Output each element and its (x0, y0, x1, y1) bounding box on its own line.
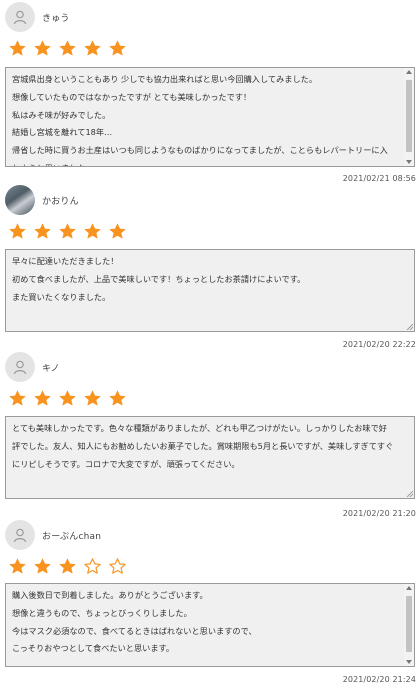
star-rating (8, 40, 133, 56)
scrollbar[interactable] (404, 68, 414, 166)
star-rating (8, 223, 133, 239)
reviewer-header: キノ (5, 351, 60, 383)
review-text: 早々に配達いただきました！ 初めて食べましたが、上品で美味しいです！ちょっとした… (12, 256, 306, 302)
profile-photo (5, 185, 35, 215)
star-filled-icon (9, 558, 26, 574)
person-icon (5, 352, 35, 382)
reviewer-name: キノ (42, 363, 60, 374)
star-filled-icon (109, 40, 126, 56)
star-empty-icon (84, 558, 101, 574)
star-filled-icon (59, 390, 76, 406)
star-filled-icon (34, 390, 51, 406)
star-filled-icon (84, 40, 101, 56)
star-filled-icon (84, 390, 101, 406)
star-filled-icon (34, 40, 51, 56)
review-text: 宮城県出身ということもあり 少しでも協力出来ればと思い今回購入してみました。 想… (12, 74, 388, 166)
review-text: 購入後数日で到着しました。ありがとうございます。 想像と違うもので、ちょっとびっ… (12, 590, 257, 654)
star-filled-icon (59, 223, 76, 239)
star-filled-icon (84, 223, 101, 239)
reviewer-header: きゅう (5, 1, 70, 33)
scroll-up-icon[interactable] (406, 586, 412, 590)
star-filled-icon (9, 40, 26, 56)
review-date: 2021/02/20 21:24 (342, 675, 416, 684)
person-icon (5, 520, 35, 550)
star-filled-icon (59, 558, 76, 574)
review-textarea[interactable]: 購入後数日で到着しました。ありがとうございます。 想像と違うもので、ちょっとびっ… (5, 583, 415, 667)
scroll-thumb[interactable] (406, 80, 412, 152)
star-filled-icon (34, 223, 51, 239)
star-filled-icon (9, 223, 26, 239)
star-empty-icon (109, 558, 126, 574)
reviewer-name: おーぷんchan (42, 531, 102, 542)
resize-handle-icon[interactable] (407, 491, 413, 497)
scroll-thumb[interactable] (406, 596, 412, 652)
resize-handle-icon[interactable] (407, 324, 413, 330)
reviewer-header: おーぷんchan (5, 519, 101, 551)
star-filled-icon (109, 223, 126, 239)
star-filled-icon (34, 558, 51, 574)
person-icon (5, 2, 35, 32)
star-filled-icon (59, 40, 76, 56)
star-filled-icon (9, 390, 26, 406)
scroll-down-icon[interactable] (406, 160, 412, 164)
review-date: 2021/02/21 08:56 (342, 174, 416, 183)
reviewer-name: かおりん (42, 196, 79, 207)
reviewer-header: かおりん (5, 184, 79, 216)
review-textarea[interactable]: とても美味しかったです。色々な種類がありましたが、どれも甲乙つけがたい。しっかり… (5, 416, 415, 499)
reviewer-name: きゅう (42, 13, 70, 24)
review-textarea[interactable]: 宮城県出身ということもあり 少しでも協力出来ればと思い今回購入してみました。 想… (5, 67, 415, 167)
scroll-up-icon[interactable] (406, 70, 412, 74)
star-rating (8, 390, 133, 406)
review-date: 2021/02/20 22:22 (342, 340, 416, 349)
star-rating (8, 558, 133, 574)
review-date: 2021/02/20 21:20 (342, 509, 416, 518)
star-filled-icon (109, 390, 126, 406)
review-textarea[interactable]: 早々に配達いただきました！ 初めて食べましたが、上品で美味しいです！ちょっとした… (5, 249, 415, 332)
review-text: とても美味しかったです。色々な種類がありましたが、どれも甲乙つけがたい。しっかり… (12, 423, 394, 469)
scroll-down-icon[interactable] (406, 660, 412, 664)
scrollbar[interactable] (404, 584, 414, 666)
